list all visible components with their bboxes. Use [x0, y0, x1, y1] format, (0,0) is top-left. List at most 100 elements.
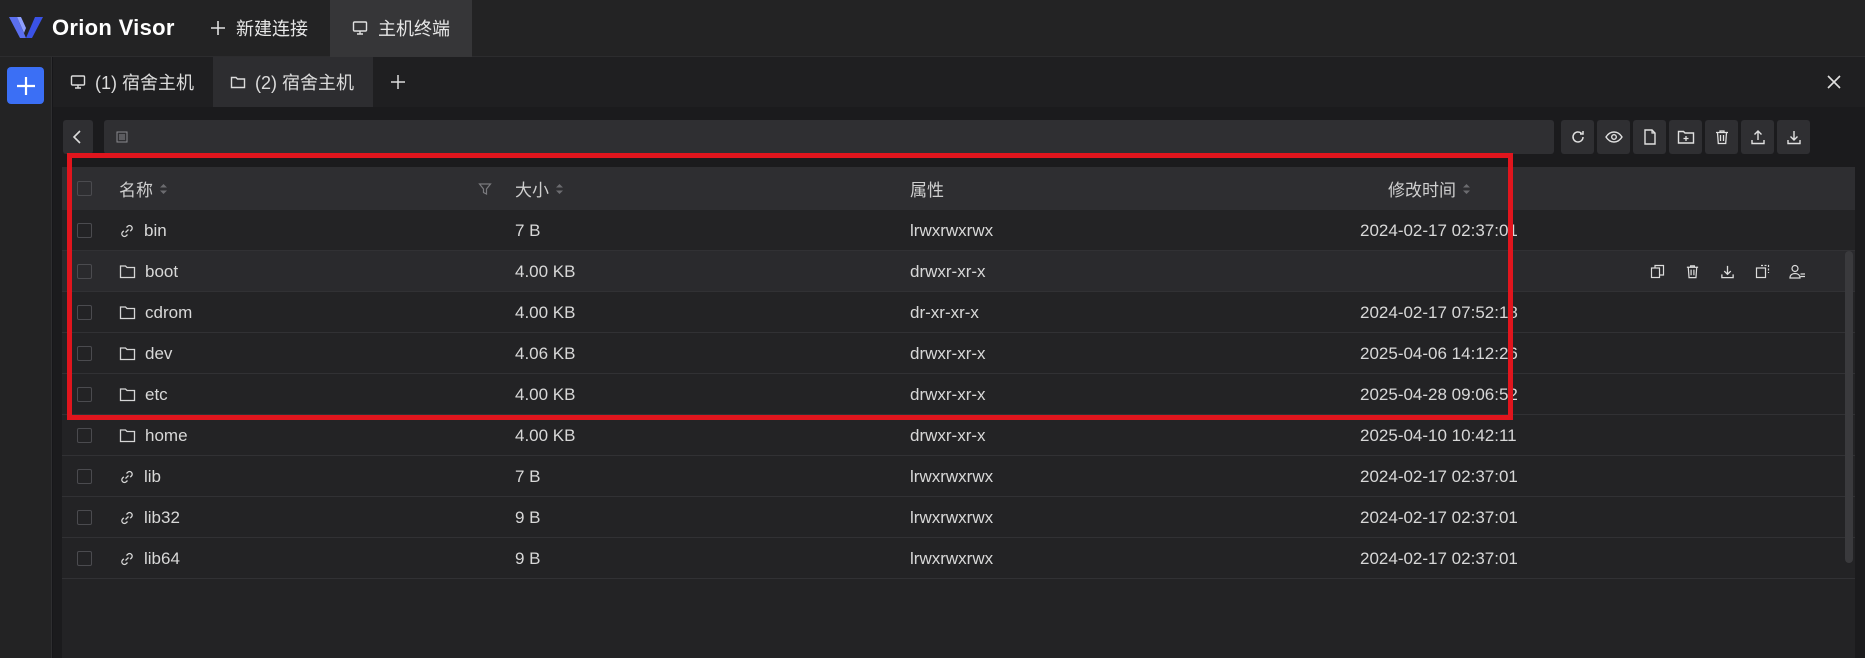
- path-field[interactable]: [104, 120, 1554, 154]
- file-attr: drwxr-xr-x: [910, 384, 986, 404]
- file-size: 4.00 KB: [515, 302, 576, 322]
- row-checkbox[interactable]: [77, 305, 92, 320]
- table-scrollbar[interactable]: [1845, 251, 1853, 563]
- host-tab-bar: (1) 宿舍主机 (2) 宿舍主机: [53, 57, 1865, 107]
- monitor-icon: [70, 74, 86, 90]
- row-checkbox[interactable]: [77, 469, 92, 484]
- row-checkbox[interactable]: [77, 387, 92, 402]
- download-icon[interactable]: [1710, 264, 1745, 279]
- download-button[interactable]: [1777, 120, 1810, 154]
- table-row[interactable]: etc 4.00 KB drwxr-xr-x 2025-04-28 09:06:52: [62, 374, 1855, 415]
- row-actions: [1640, 251, 1815, 292]
- row-checkbox[interactable]: [77, 428, 92, 443]
- new-file-icon: [1643, 129, 1656, 145]
- table-row[interactable]: lib 7 B lrwxrwxrwx 2024-02-17 02:37:01: [62, 456, 1855, 497]
- plus-icon: [210, 20, 226, 36]
- select-all-checkbox[interactable]: [77, 181, 92, 196]
- file-name-cell[interactable]: lib64: [119, 538, 180, 579]
- file-size: 9 B: [515, 548, 541, 568]
- file-name[interactable]: lib64: [144, 549, 180, 569]
- tab-host-terminal[interactable]: 主机终端: [330, 0, 472, 57]
- new-folder-button[interactable]: [1669, 120, 1702, 154]
- orion-logo-icon: [9, 17, 43, 38]
- file-modified: 2025-04-28 09:06:52: [1360, 384, 1518, 404]
- table-row[interactable]: dev 4.06 KB drwxr-xr-x 2025-04-06 14:12:26: [62, 333, 1855, 374]
- column-header-modified[interactable]: 修改时间: [1388, 167, 1471, 210]
- file-attr: drwxr-xr-x: [910, 425, 986, 445]
- row-checkbox[interactable]: [77, 346, 92, 361]
- file-name[interactable]: boot: [145, 262, 178, 282]
- file-modified: 2025-04-10 10:42:11: [1360, 425, 1517, 445]
- path-input[interactable]: [138, 128, 1538, 146]
- row-checkbox[interactable]: [77, 510, 92, 525]
- file-name[interactable]: home: [145, 426, 188, 446]
- file-name-cell[interactable]: cdrom: [119, 292, 192, 333]
- file-name-cell[interactable]: home: [119, 415, 188, 456]
- move-icon[interactable]: [1745, 264, 1780, 279]
- table-row[interactable]: bin 7 B lrwxrwxrwx 2024-02-17 02:37:01: [62, 210, 1855, 251]
- sort-icon: [1462, 183, 1471, 195]
- close-button[interactable]: [1823, 71, 1845, 93]
- file-name[interactable]: lib32: [144, 508, 180, 528]
- table-row[interactable]: cdrom 4.00 KB dr-xr-xr-x 2024-02-17 07:52:1…: [62, 292, 1855, 333]
- upload-button[interactable]: [1741, 120, 1774, 154]
- refresh-icon: [1571, 131, 1584, 143]
- host-tab-1[interactable]: (1) 宿舍主机: [53, 57, 213, 107]
- owner-icon[interactable]: [1780, 264, 1815, 279]
- file-name[interactable]: bin: [144, 221, 167, 241]
- file-name[interactable]: dev: [145, 344, 172, 364]
- back-button[interactable]: [63, 120, 93, 154]
- file-name-cell[interactable]: bin: [119, 210, 167, 251]
- folder-icon: [119, 428, 136, 443]
- file-table: 名称 大小 属性 修改时间 bin 7 B lrwxrwxrwx 2024-02-17…: [62, 167, 1855, 658]
- plus-icon: [16, 76, 35, 95]
- file-name-cell[interactable]: dev: [119, 333, 172, 374]
- add-host-tab-button[interactable]: [373, 57, 423, 107]
- host-tab-2[interactable]: (2) 宿舍主机: [213, 57, 373, 107]
- delete-icon[interactable]: [1675, 264, 1710, 279]
- file-attr: drwxr-xr-x: [910, 261, 986, 281]
- row-checkbox[interactable]: [77, 264, 92, 279]
- copy-icon[interactable]: [1640, 264, 1675, 279]
- row-checkbox[interactable]: [77, 551, 92, 566]
- monitor-icon: [352, 20, 368, 36]
- file-name[interactable]: lib: [144, 467, 161, 487]
- file-size: 4.00 KB: [515, 261, 576, 281]
- table-row[interactable]: lib32 9 B lrwxrwxrwx 2024-02-17 02:37:01: [62, 497, 1855, 538]
- host-tab-label: (2) 宿舍主机: [255, 73, 354, 93]
- host-tab-label: (1) 宿舍主机: [95, 73, 194, 93]
- toggle-hidden-button[interactable]: [1597, 120, 1630, 154]
- table-row[interactable]: home 4.00 KB drwxr-xr-x 2025-04-10 10:42:11: [62, 415, 1855, 456]
- table-header: 名称 大小 属性 修改时间: [62, 167, 1855, 210]
- file-name-cell[interactable]: lib: [119, 456, 161, 497]
- file-size: 7 B: [515, 466, 541, 486]
- add-session-button[interactable]: [7, 67, 44, 104]
- delete-button[interactable]: [1705, 120, 1738, 154]
- delete-icon: [1715, 130, 1728, 145]
- file-modified: 2024-02-17 02:37:01: [1360, 220, 1518, 240]
- file-name[interactable]: cdrom: [145, 303, 192, 323]
- file-modified: 2024-02-17 02:37:01: [1360, 548, 1518, 568]
- tab-new-connection[interactable]: 新建连接: [188, 0, 330, 57]
- file-manager: 名称 大小 属性 修改时间 bin 7 B lrwxrwxrwx 2024-02-17…: [53, 107, 1865, 658]
- app-logo[interactable]: Orion Visor: [0, 0, 188, 57]
- row-checkbox[interactable]: [77, 223, 92, 238]
- file-modified: 2025-04-06 14:12:26: [1360, 343, 1518, 363]
- file-name-cell[interactable]: boot: [119, 251, 178, 292]
- file-name-cell[interactable]: etc: [119, 374, 168, 415]
- table-row[interactable]: boot 4.00 KB drwxr-xr-x: [62, 251, 1855, 292]
- column-header-name[interactable]: 名称: [119, 167, 168, 210]
- app-name: Orion Visor: [52, 15, 175, 40]
- file-size: 4.06 KB: [515, 343, 576, 363]
- file-name-cell[interactable]: lib32: [119, 497, 180, 538]
- tab-label: 主机终端: [378, 19, 450, 39]
- top-bar: Orion Visor 新建连接 主机终端: [0, 0, 1865, 57]
- file-name[interactable]: etc: [145, 385, 168, 405]
- filter-icon[interactable]: [478, 167, 492, 210]
- refresh-button[interactable]: [1561, 120, 1594, 154]
- eye-icon: [1604, 131, 1623, 143]
- table-row[interactable]: lib64 9 B lrwxrwxrwx 2024-02-17 02:37:01: [62, 538, 1855, 579]
- sort-icon: [555, 183, 564, 195]
- new-file-button[interactable]: [1633, 120, 1666, 154]
- column-header-size[interactable]: 大小: [515, 167, 564, 210]
